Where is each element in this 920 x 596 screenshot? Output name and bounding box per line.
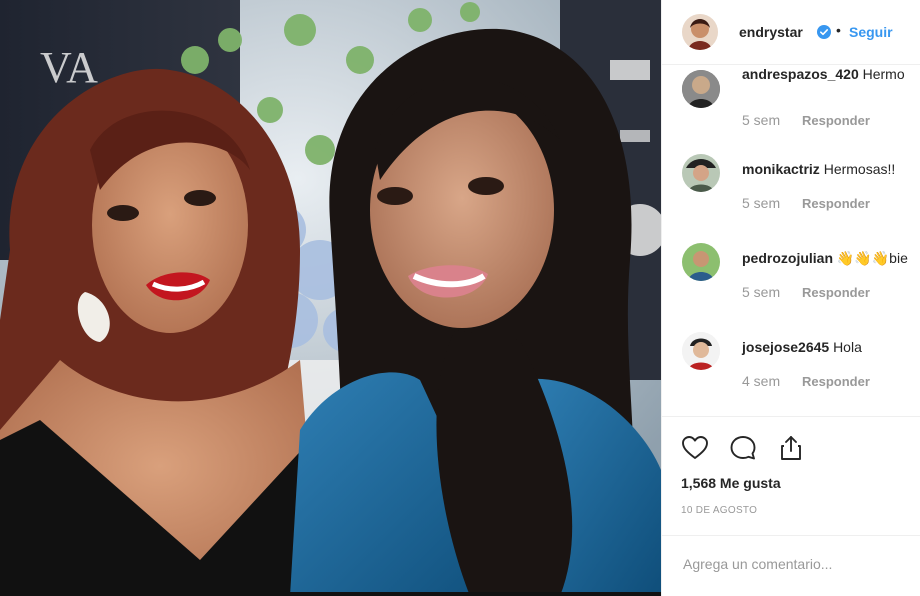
- comment-text: Hermo: [862, 66, 905, 82]
- comment-item: monikactriz Hermosas!! 5 sem Responder: [662, 154, 920, 234]
- post-side-panel: endrystar • Seguir andrespazos_420 Hermo: [661, 0, 920, 596]
- commenter-avatar-image: [682, 154, 720, 192]
- likes-count[interactable]: 1,568 Me gusta: [681, 475, 781, 491]
- commenter-avatar-image: [682, 243, 720, 281]
- comment-item: andrespazos_420 Hermo 5 sem Responder: [662, 66, 920, 150]
- comment-username[interactable]: josejose2645: [742, 339, 829, 355]
- header-separator: •: [836, 22, 841, 38]
- svg-text:VA: VA: [40, 43, 98, 92]
- comment-time[interactable]: 5 sem: [742, 112, 780, 128]
- follow-button[interactable]: Seguir: [849, 24, 893, 40]
- author-avatar-image: [682, 14, 718, 50]
- comment-meta: 5 sem Responder: [742, 112, 870, 128]
- comment-time[interactable]: 5 sem: [742, 284, 780, 300]
- post-photo[interactable]: VA: [0, 0, 661, 596]
- share-icon[interactable]: [776, 433, 806, 463]
- comment-icon[interactable]: [728, 433, 758, 463]
- reply-button[interactable]: Responder: [802, 374, 870, 389]
- verified-badge-icon: [817, 25, 831, 39]
- reply-button[interactable]: Responder: [802, 285, 870, 300]
- commenter-avatar[interactable]: [682, 154, 720, 192]
- comment-meta: 5 sem Responder: [742, 195, 870, 211]
- commenter-avatar-image: [682, 332, 720, 370]
- comments-list[interactable]: andrespazos_420 Hermo 5 sem Responder mo…: [662, 64, 920, 416]
- author-avatar[interactable]: [682, 14, 718, 50]
- commenter-avatar[interactable]: [682, 243, 720, 281]
- add-comment-section: [662, 535, 920, 596]
- comment-time[interactable]: 4 sem: [742, 373, 780, 389]
- photo-illustration: VA: [0, 0, 661, 596]
- comment-meta: 5 sem Responder: [742, 284, 870, 300]
- comment-text: Hermosas!!: [823, 161, 896, 177]
- commenter-avatar[interactable]: [682, 332, 720, 370]
- comment-line: pedrozojulian 👋👋👋bie: [742, 250, 908, 267]
- comment-line: josejose2645 Hola: [742, 339, 862, 355]
- author-username[interactable]: endrystar: [739, 24, 803, 40]
- comment-item: josejose2645 Hola 4 sem Responder: [662, 332, 920, 412]
- comment-meta: 4 sem Responder: [742, 373, 870, 389]
- add-comment-input[interactable]: [681, 555, 905, 573]
- comment-text: 👋👋👋bie: [836, 250, 908, 266]
- commenter-avatar-image: [682, 70, 720, 108]
- photo-bottom-edge: [0, 592, 661, 596]
- comment-username[interactable]: pedrozojulian: [742, 250, 833, 266]
- commenter-avatar[interactable]: [682, 70, 720, 108]
- comment-username[interactable]: monikactriz: [742, 161, 820, 177]
- comment-item: pedrozojulian 👋👋👋bie 5 sem Responder: [662, 243, 920, 323]
- comment-text: Hola: [833, 339, 862, 355]
- reply-button[interactable]: Responder: [802, 196, 870, 211]
- post-actions: 1,568 Me gusta 10 DE AGOSTO: [662, 416, 920, 596]
- post-date[interactable]: 10 DE AGOSTO: [681, 505, 757, 516]
- heart-icon[interactable]: [680, 433, 710, 463]
- post-header: endrystar • Seguir: [662, 0, 920, 65]
- comment-username[interactable]: andrespazos_420: [742, 66, 859, 82]
- comment-time[interactable]: 5 sem: [742, 195, 780, 211]
- reply-button[interactable]: Responder: [802, 113, 870, 128]
- comment-line: monikactriz Hermosas!!: [742, 161, 895, 177]
- comment-line: andrespazos_420 Hermo: [742, 66, 905, 82]
